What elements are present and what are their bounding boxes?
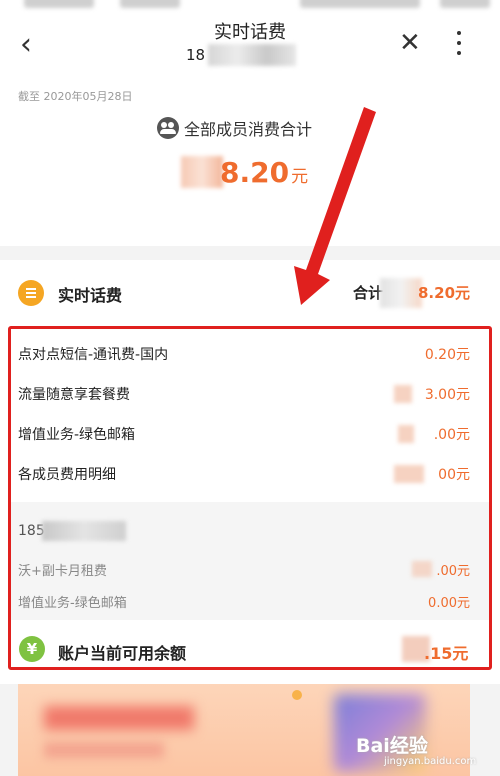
list-item[interactable]: 增值业务-绿色邮箱 .00元 <box>18 424 470 448</box>
watermark-brand: Bai经验 <box>356 735 428 757</box>
group-icon <box>157 117 179 139</box>
members-total-text: 全部成员消费合计 <box>184 120 313 139</box>
close-icon[interactable]: ✕ <box>399 29 421 57</box>
summary-card: 截至 2020年05月28日 全部成员消费合计 8.20 元 <box>0 74 500 246</box>
section-title: 实时话费 <box>58 286 123 305</box>
balance-label: 账户当前可用余额 <box>58 644 187 663</box>
member-fee-row: 沃+副卡月租费 .00元 <box>18 560 470 582</box>
more-options-icon[interactable] <box>449 29 469 57</box>
list-item[interactable]: 流量随意享套餐费 3.00元 <box>18 384 470 408</box>
phone-number: 18 <box>186 46 206 64</box>
masked-amount <box>181 156 223 188</box>
yuan-icon: ¥ <box>19 636 45 662</box>
list-item[interactable]: 点对点短信-通讯费-国内 0.20元 <box>18 344 470 368</box>
status-bar <box>0 0 500 14</box>
watermark-url: jingyan.baidu.com <box>384 756 477 767</box>
balance-value: .15元 <box>424 644 469 663</box>
masked-phone-number <box>208 44 296 66</box>
as-of-date: 截至 2020年05月28日 <box>18 90 133 103</box>
section-total-label: 合计 <box>353 284 384 302</box>
masked-total <box>380 278 422 308</box>
section-total-value: 8.20元 <box>418 284 471 302</box>
page-title: 实时话费 <box>214 22 286 43</box>
list-icon <box>18 280 44 306</box>
member-phone: 185 <box>18 523 45 539</box>
member-fee-row: 增值业务-绿色邮箱 0.00元 <box>18 596 470 611</box>
members-total-label: 全部成员消费合计 <box>157 116 312 140</box>
total-amount: 8.20 元 <box>220 156 309 189</box>
top-bar: ‹ 实时话费 18 ✕ <box>0 14 500 74</box>
masked-member-phone <box>42 521 126 541</box>
list-item[interactable]: 各成员费用明细 00元 <box>18 464 470 488</box>
section-header[interactable]: 实时话费 合计 8.20元 <box>0 260 500 322</box>
